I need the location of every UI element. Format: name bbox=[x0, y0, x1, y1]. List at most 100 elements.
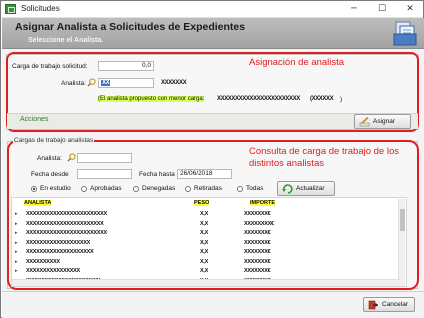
row-expand-icon[interactable]: ▸ bbox=[15, 249, 18, 255]
row-expand-icon[interactable]: ▸ bbox=[15, 259, 18, 265]
cell-peso: X,X bbox=[200, 249, 208, 255]
workload-analista-field[interactable] bbox=[77, 153, 132, 163]
radio-retiradas[interactable]: Retiradas bbox=[185, 185, 222, 192]
fecha-desde-label: Fecha desde bbox=[31, 171, 69, 178]
radio-todas-indicator bbox=[237, 185, 243, 192]
row-expand-icon[interactable]: ▸ bbox=[15, 230, 18, 236]
refresh-icon bbox=[282, 183, 293, 194]
title-bar: Solicitudes ─ ☐ ✕ bbox=[1, 1, 423, 18]
analista-code-field[interactable]: XX bbox=[98, 78, 154, 88]
table-row[interactable]: ▸ XXXXXXXXXXXXXXXXXXXXXXXX X,X XXXXXXX€ bbox=[12, 209, 406, 219]
assign-button[interactable]: Asignar bbox=[354, 114, 411, 129]
assignment-heading: Asignación de analista bbox=[249, 57, 345, 68]
vertical-scrollbar[interactable] bbox=[398, 199, 405, 286]
table-row[interactable]: ▸ XXXXXXXXXXXXXXXXXXX X,X XXXXXXX€ bbox=[12, 238, 406, 248]
cell-peso: X,X bbox=[200, 211, 208, 217]
carga-field[interactable]: 0,0 bbox=[98, 61, 154, 71]
exit-door-icon bbox=[368, 300, 378, 309]
cell-importe: XXXXXXX€ bbox=[244, 239, 271, 246]
cell-analista: XXXXXXXXXXXXXXXXXXXXXXXX bbox=[26, 230, 107, 236]
cell-peso: X,X bbox=[200, 258, 208, 265]
window-title: Solicitudes bbox=[21, 4, 60, 13]
cell-peso: X,X bbox=[200, 230, 208, 236]
form-header: Asignar Analista a Solicitudes de Expedi… bbox=[2, 18, 424, 49]
grid-header: ANALISTA PESO IMPORTE bbox=[12, 198, 406, 208]
radio-retiradas-indicator bbox=[185, 185, 191, 192]
workload-analista-label: Analista: bbox=[37, 155, 62, 162]
workload-group-title: Cargas de trabajo analistas bbox=[13, 137, 95, 144]
col-header-analista[interactable]: ANALISTA bbox=[24, 200, 52, 206]
analista-label: Analista: bbox=[61, 80, 86, 87]
carga-label: Carga de trabajo solicitud: bbox=[12, 63, 88, 70]
radio-en-estudio[interactable]: En estudio bbox=[31, 185, 71, 192]
radio-aprobadas-label: Aprobadas bbox=[90, 185, 122, 192]
maximize-button[interactable]: ☐ bbox=[369, 1, 395, 17]
col-header-importe[interactable]: IMPORTE bbox=[250, 200, 276, 206]
cell-importe: XXXXXXXX€ bbox=[244, 220, 274, 227]
table-row[interactable]: ▸ XXXXXXXXXXXXXXXXXXXXXXXX X,X XXXXXXX€ bbox=[12, 228, 406, 238]
acciones-label: Acciones bbox=[20, 116, 49, 123]
workload-search-icon[interactable] bbox=[67, 153, 76, 162]
form-title: Asignar Analista a Solicitudes de Expedi… bbox=[15, 21, 246, 33]
cell-importe: XXXXXXX€ bbox=[244, 230, 271, 236]
table-row[interactable]: ▸ XXXXXXXXXX X,X XXXXXXX€ bbox=[12, 257, 406, 267]
app-icon bbox=[5, 4, 16, 14]
cancel-button-label: Cancelar bbox=[382, 301, 409, 308]
row-expand-icon[interactable]: ▸ bbox=[15, 221, 18, 227]
cell-analista: XXXXXXXXXXXXXXXXXXXX bbox=[26, 249, 94, 255]
update-button[interactable]: Actualizar bbox=[277, 181, 335, 196]
analista-name: XXXXXXX bbox=[161, 80, 187, 86]
radio-todas-label: Todas bbox=[246, 185, 264, 192]
table-row[interactable]: ▸ XXXXXXXXXXXXXXXXXXXXXXX X,X XXXXXXXX€ bbox=[12, 219, 406, 229]
workload-heading-line2: distintos analistas bbox=[249, 158, 324, 169]
cell-importe: XXXXXXX€ bbox=[244, 211, 271, 217]
fecha-hasta-field[interactable]: 26/06/2018 bbox=[177, 169, 232, 179]
analista-code-value: XX bbox=[101, 80, 111, 86]
cell-peso: X,X bbox=[200, 220, 208, 227]
fecha-desde-field[interactable] bbox=[77, 169, 132, 179]
pencil-icon bbox=[359, 116, 370, 126]
suggestion-name: XXXXXXXXXXXXXXXXXXXXXXX bbox=[217, 96, 300, 102]
radio-denegadas-indicator bbox=[133, 185, 139, 192]
workload-heading-line1: Consulta de carga de trabajo de los bbox=[249, 146, 399, 157]
vertical-scroll-thumb[interactable] bbox=[400, 209, 405, 231]
radio-denegadas-label: Denegadas bbox=[142, 185, 176, 192]
suggestion-extra: (XXXXXX bbox=[310, 96, 334, 102]
radio-denegadas[interactable]: Denegadas bbox=[133, 185, 175, 192]
horizontal-scrollbar[interactable] bbox=[12, 279, 400, 286]
suggestion-text: (El analista propuesto con menor carga: bbox=[98, 96, 205, 102]
row-expand-icon[interactable]: ▸ bbox=[15, 211, 18, 217]
cell-importe: XXXXXXX€ bbox=[244, 268, 271, 274]
search-icon[interactable] bbox=[87, 78, 96, 87]
close-button[interactable]: ✕ bbox=[397, 1, 423, 17]
application-window: Solicitudes ─ ☐ ✕ Asignar Analista a Sol… bbox=[0, 0, 424, 318]
table-row[interactable]: ▸ XXXXXXXXXXXXXXXXXXXX X,X XXXXXXX€ bbox=[12, 247, 406, 257]
radio-aprobadas-indicator bbox=[81, 185, 87, 192]
row-expand-icon[interactable]: ▸ bbox=[15, 240, 18, 246]
cell-analista: XXXXXXXXXXXXXXXXXXX bbox=[26, 239, 91, 246]
assign-button-label: Asignar bbox=[373, 118, 396, 125]
fecha-hasta-label: Fecha hasta bbox=[139, 171, 175, 178]
cell-peso: X,X bbox=[200, 268, 208, 274]
cell-importe: XXXXXXX€ bbox=[244, 249, 271, 255]
documents-icon bbox=[393, 21, 417, 46]
cancel-button[interactable]: Cancelar bbox=[363, 297, 415, 312]
cell-analista: XXXXXXXXXXXXXXXX bbox=[26, 268, 80, 274]
update-button-label: Actualizar bbox=[296, 185, 325, 192]
form-footer: Cancelar bbox=[2, 291, 424, 318]
cell-importe: XXXXXXX€ bbox=[244, 258, 271, 265]
table-row[interactable]: ▸ XXXXXXXXXXXXXXXX X,X XXXXXXX€ bbox=[12, 266, 406, 276]
col-header-peso[interactable]: PESO bbox=[194, 200, 210, 206]
cell-analista: XXXXXXXXXXXXXXXXXXXXXXX bbox=[26, 220, 104, 227]
radio-aprobadas[interactable]: Aprobadas bbox=[81, 185, 121, 192]
radio-retiradas-label: Retiradas bbox=[194, 185, 222, 192]
minimize-button[interactable]: ─ bbox=[341, 1, 367, 17]
radio-todas[interactable]: Todas bbox=[237, 185, 263, 192]
cell-analista: XXXXXXXXXXXXXXXXXXXXXXXX bbox=[26, 211, 107, 217]
radio-en-estudio-indicator bbox=[31, 185, 37, 192]
workload-grid[interactable]: ANALISTA PESO IMPORTE ▸ XXXXXXXXXXXXXXXXX… bbox=[11, 197, 407, 287]
radio-en-estudio-label: En estudio bbox=[40, 185, 71, 192]
form-subtitle: Seleccione el Analista. bbox=[28, 37, 104, 44]
row-expand-icon[interactable]: ▸ bbox=[15, 268, 18, 274]
suggestion-close: ) bbox=[340, 96, 343, 103]
